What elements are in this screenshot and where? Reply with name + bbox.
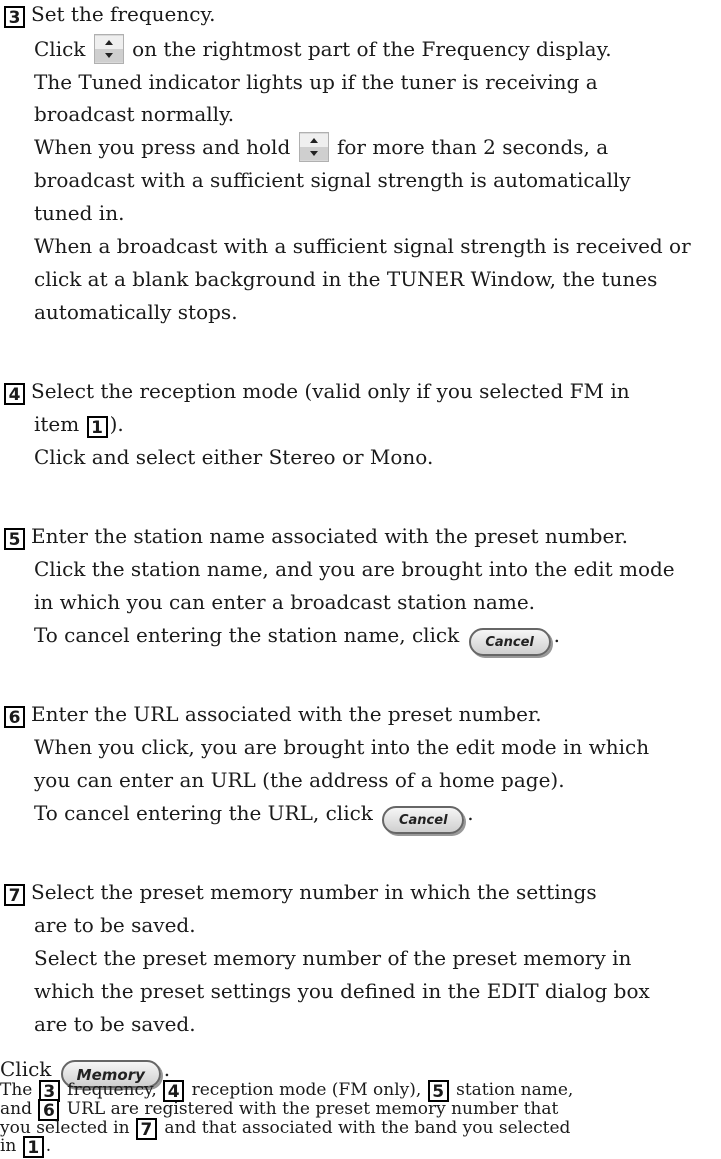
step-ref: 7 <box>135 1118 157 1140</box>
step-7-text: are to be saved. <box>34 1012 196 1036</box>
step-3-text: automatically stops. <box>34 300 238 324</box>
step-5-text: in which you can enter a broadcast stati… <box>34 590 536 614</box>
up-down-spin-icon[interactable] <box>298 132 329 162</box>
cancel-button[interactable]: Cancel <box>468 628 551 656</box>
step-number: 6 <box>4 706 25 728</box>
step-6-text: When you click, you are brought into the… <box>34 735 650 759</box>
step-5-text: Click the station name, and you are brou… <box>34 557 675 581</box>
step-4-text: Click and select either Stereo or Mono. <box>34 445 434 469</box>
cancel-button[interactable]: Cancel <box>382 806 465 834</box>
step-4-text: item 1). <box>34 412 124 438</box>
step-3-text: When you press and hold for more than 2 … <box>34 131 608 164</box>
step-7-text: are to be saved. <box>34 913 196 937</box>
step-3-title: 3 Set the frequency. <box>4 0 215 31</box>
step-3-text: click at a blank background in the TUNER… <box>34 267 658 291</box>
final-text: in 1. <box>0 1136 52 1158</box>
step-3-text: When a broadcast with a sufficient signa… <box>34 234 691 258</box>
step-3-text: tuned in. <box>34 201 125 225</box>
step-4-title: 4 Select the reception mode (valid only i… <box>4 375 630 408</box>
step-number: 7 <box>4 884 25 906</box>
step-6-title: 6 Enter the URL associated with the prese… <box>4 698 542 731</box>
step-6-text: To cancel entering the URL, click Cancel… <box>34 797 474 834</box>
step-5-title: 5 Enter the station name associated with … <box>4 520 628 553</box>
step-3-text: broadcast normally. <box>34 102 235 126</box>
step-number: 4 <box>4 383 25 405</box>
step-7-title: 7 Select the preset memory number in whic… <box>4 876 597 909</box>
step-6-text: you can enter an URL (the address of a h… <box>34 768 565 792</box>
step-ref: 1 <box>22 1136 44 1158</box>
step-number: 3 <box>4 6 25 28</box>
step-7-text: which the preset settings you defined in… <box>34 979 650 1003</box>
final-text: you selected in 7 and that associated wi… <box>0 1118 571 1140</box>
step-3-text: broadcast with a sufficient signal stren… <box>34 168 631 192</box>
step-7-text: Select the preset memory number of the p… <box>34 946 632 970</box>
step-number: 5 <box>4 528 25 550</box>
up-down-spin-icon[interactable] <box>93 34 124 64</box>
step-ref: 1 <box>86 416 108 438</box>
step-3-text: The Tuned indicator lights up if the tun… <box>34 70 598 94</box>
step-3-text: Click on the rightmost part of the Frequ… <box>34 33 612 66</box>
step-5-text: To cancel entering the station name, cli… <box>34 619 560 656</box>
